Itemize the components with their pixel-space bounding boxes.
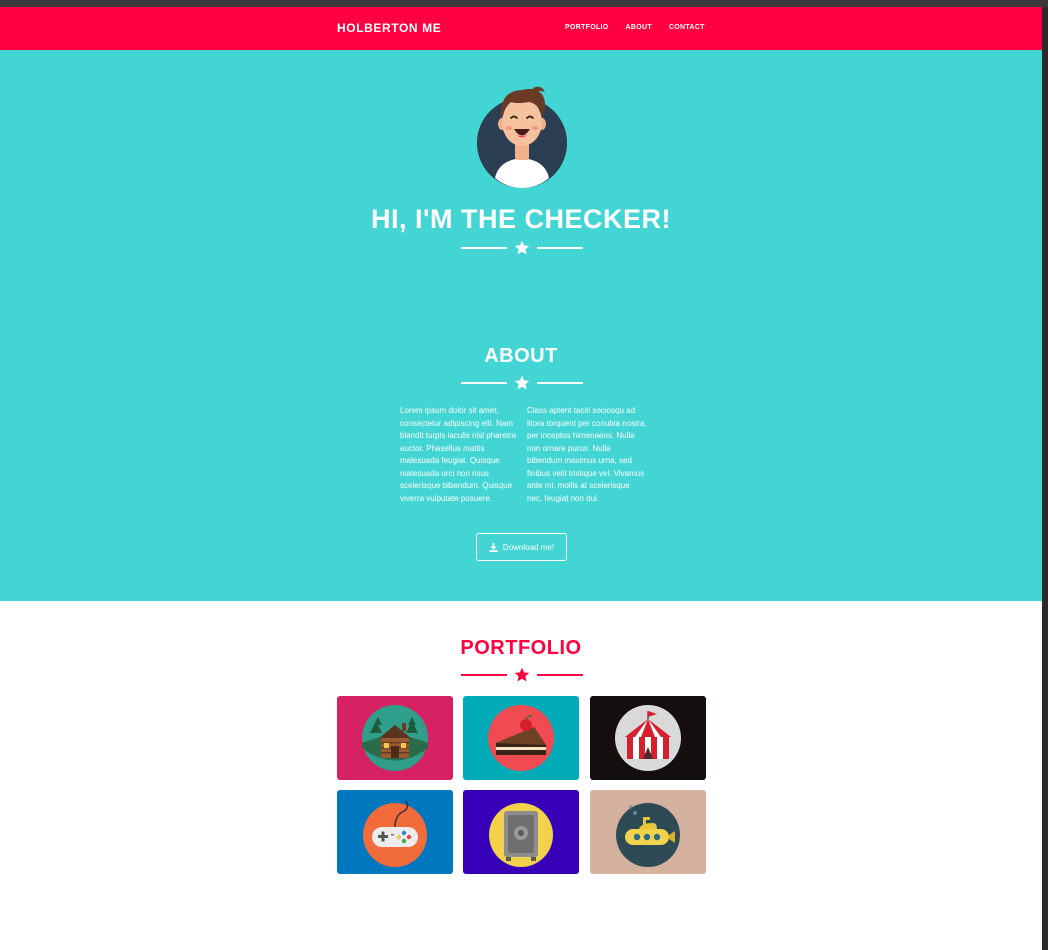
about-text-left: Lorem ipsum dolor sit amet, consectetur … [400, 406, 517, 503]
download-label: Download me! [502, 542, 555, 552]
divider-line [461, 247, 507, 249]
divider-line [537, 382, 583, 384]
portfolio-title: PORTFOLIO [460, 637, 582, 659]
portfolio-divider [461, 667, 583, 683]
star-icon [514, 667, 530, 682]
circus-tent-icon [615, 705, 681, 771]
portfolio-item-submarine[interactable] [590, 790, 706, 874]
cabin-icon [362, 705, 428, 771]
portfolio-item-cake[interactable] [463, 696, 579, 780]
scrollbar[interactable] [1042, 7, 1048, 950]
portfolio-item-controller[interactable] [337, 790, 453, 874]
submarine-icon [616, 803, 680, 867]
hero-title: HI, I'M THE CHECKER! [371, 204, 671, 234]
game-controller-icon [363, 800, 427, 867]
star-icon [514, 240, 530, 255]
divider-line [537, 674, 583, 676]
safe-icon [489, 803, 553, 867]
browser-top-bar [0, 0, 1048, 7]
nav-link-portfolio[interactable]: PORTFOLIO [565, 24, 609, 31]
hero-divider [461, 240, 583, 256]
divider-line [537, 247, 583, 249]
cake-icon [488, 705, 554, 771]
nav-link-about[interactable]: ABOUT [626, 24, 652, 31]
portfolio-item-circus[interactable] [590, 696, 706, 780]
download-button[interactable]: Download me! [476, 533, 567, 561]
divider-line [461, 674, 507, 676]
about-text-right: Class aptent taciti sociosqu ad litora t… [527, 406, 647, 503]
divider-line [461, 382, 507, 384]
about-divider [461, 375, 583, 391]
navbar: HOLBERTON ME PORTFOLIO ABOUT CONTACT [0, 7, 1042, 50]
download-icon [489, 542, 498, 552]
portfolio-item-safe[interactable] [463, 790, 579, 874]
about-title: ABOUT [484, 345, 558, 367]
nav-link-contact[interactable]: CONTACT [669, 24, 705, 31]
star-icon [514, 375, 530, 390]
nav-links: PORTFOLIO ABOUT CONTACT [565, 24, 705, 31]
brand-logo[interactable]: HOLBERTON ME [337, 21, 441, 35]
avatar [477, 86, 567, 188]
portfolio-item-cabin[interactable] [337, 696, 453, 780]
